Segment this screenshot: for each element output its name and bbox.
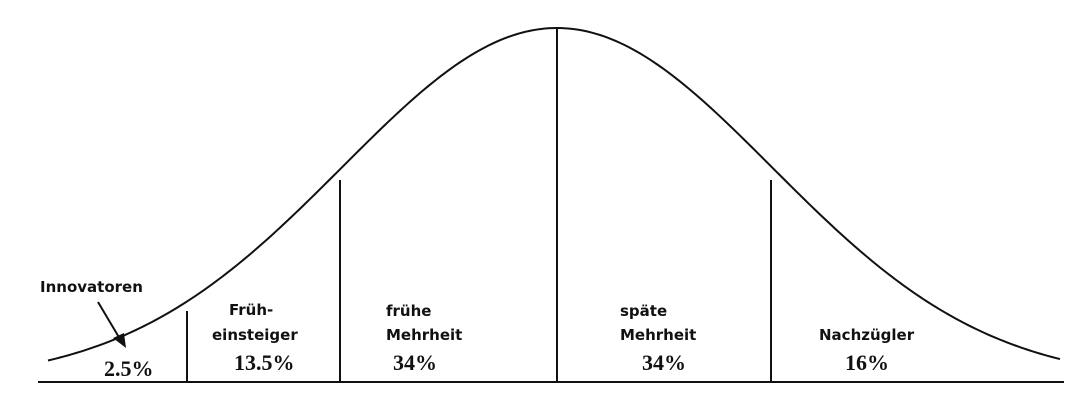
early-majority-label-line2: Mehrheit	[386, 326, 462, 344]
late-majority-percent: 34%	[642, 350, 686, 375]
innovators-label: Innovatoren	[40, 278, 143, 296]
innovators-percent: 2.5%	[104, 356, 154, 381]
adoption-curve-diagram: Innovatoren 2.5% Früh- einsteiger 13.5% …	[38, 26, 1064, 383]
late-majority-label-line2: Mehrheit	[620, 326, 696, 344]
early-adopters-percent: 13.5%	[234, 350, 295, 375]
innovators-arrowhead	[113, 333, 126, 348]
early-adopters-label-line2: einsteiger	[212, 326, 298, 344]
early-majority-percent: 34%	[393, 350, 437, 375]
laggards-label: Nachzügler	[819, 326, 915, 344]
bell-curve	[47, 26, 1061, 362]
early-adopters-label-line1: Früh-	[229, 301, 273, 319]
early-majority-label-line1: frühe	[386, 302, 431, 320]
late-majority-label-line1: späte	[620, 302, 667, 320]
laggards-percent: 16%	[845, 350, 889, 375]
innovators-arrow	[97, 301, 121, 340]
